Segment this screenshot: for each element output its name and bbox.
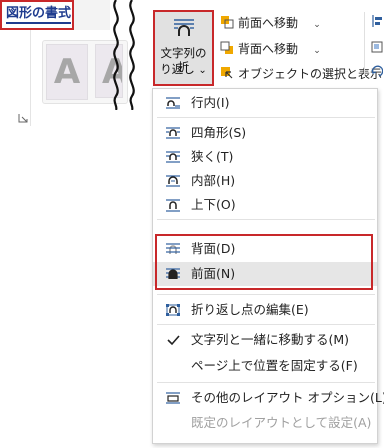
menu-item-more-layout-options[interactable]: その他のレイアウト オプション(L)... (153, 386, 384, 410)
menu-separator (157, 324, 375, 325)
menu-separator (157, 294, 375, 295)
chevron-down-icon[interactable]: ⌄ (313, 20, 321, 30)
wordart-style-sample[interactable]: A (46, 44, 88, 100)
menu-item-label: その他のレイアウト オプション(L)... (191, 390, 384, 405)
omission-squiggle-icon (113, 0, 135, 110)
send-backward-icon (220, 41, 233, 54)
selection-pane-icon (221, 67, 233, 79)
menu-item-label: 内部(H) (191, 173, 236, 188)
tab-shape-format[interactable]: 図形の書式 (0, 0, 74, 30)
menu-item-label: 上下(O) (191, 197, 236, 212)
menu-item-square[interactable]: 四角形(S) (153, 121, 377, 145)
group-icon[interactable] (371, 40, 383, 54)
bring-forward-icon (221, 16, 234, 29)
edit-wrap-points-icon (166, 304, 180, 316)
rotate-icon[interactable] (371, 64, 383, 78)
tight-wrap-icon (166, 151, 180, 163)
bring-forward-button[interactable]: 前面へ移動 ⌄ (220, 13, 321, 33)
menu-separator (157, 219, 375, 220)
wrap-text-button[interactable]: 文字列の折 り返し ⌄ (153, 10, 214, 86)
menu-item-label: 既定のレイアウトとして設定(A) (191, 415, 372, 430)
chevron-down-icon[interactable]: ⌄ (313, 46, 321, 56)
wrap-text-menu: 行内(I) 四角形(S) 狭く(T) 内部(H) 上下(O) 背面(D) 前面(… (152, 88, 384, 444)
wrap-text-label-2: り返し ⌄ (160, 62, 207, 76)
bring-forward-label: 前面へ移動 (238, 16, 299, 30)
align-icon[interactable] (371, 14, 383, 28)
menu-item-tight[interactable]: 狭く(T) (153, 145, 377, 169)
through-wrap-icon (166, 175, 180, 187)
chevron-down-icon: ⌄ (198, 65, 207, 76)
menu-item-label: 文字列と一緒に移動する(M) (191, 332, 350, 347)
checkmark-icon (167, 335, 180, 346)
wrap-text-icon (174, 19, 194, 36)
menu-item-move-with-text[interactable]: 文字列と一緒に移動する(M) (153, 328, 377, 352)
menu-item-edit-wrap-points[interactable]: 折り返し点の編集(E) (153, 298, 377, 322)
menu-item-label: 折り返し点の編集(E) (191, 302, 309, 317)
group-divider (364, 12, 365, 76)
selection-pane-label: オブジェクトの選択と表示 (238, 67, 383, 81)
dialog-launcher-icon[interactable] (18, 113, 28, 123)
menu-separator (157, 117, 375, 118)
layout-options-icon (166, 392, 180, 404)
menu-item-inline[interactable]: 行内(I) (153, 91, 377, 115)
top-bottom-wrap-icon (166, 199, 180, 212)
menu-item-label: 行内(I) (191, 95, 230, 110)
menu-item-set-default-layout: 既定のレイアウトとして設定(A) (153, 411, 377, 435)
selection-pane-button[interactable]: オブジェクトの選択と表示 (220, 64, 382, 84)
tab-label: 図形の書式 (6, 6, 72, 24)
send-backward-label: 背面へ移動 (238, 42, 299, 56)
menu-item-fix-position[interactable]: ページ上で位置を固定する(F) (153, 354, 377, 378)
menu-item-label: 狭く(T) (191, 149, 234, 164)
menu-separator (157, 382, 375, 383)
square-wrap-icon (166, 127, 180, 139)
menu-item-label: ページ上で位置を固定する(F) (191, 358, 358, 373)
menu-item-label: 四角形(S) (191, 125, 247, 140)
group-divider (30, 30, 31, 126)
menu-item-through[interactable]: 内部(H) (153, 169, 377, 193)
menu-item-top-bottom[interactable]: 上下(O) (153, 193, 377, 217)
tab-strip-background (74, 0, 110, 30)
send-backward-button[interactable]: 背面へ移動 ⌄ (220, 39, 321, 59)
highlight-box (155, 234, 373, 290)
inline-icon (166, 97, 180, 109)
